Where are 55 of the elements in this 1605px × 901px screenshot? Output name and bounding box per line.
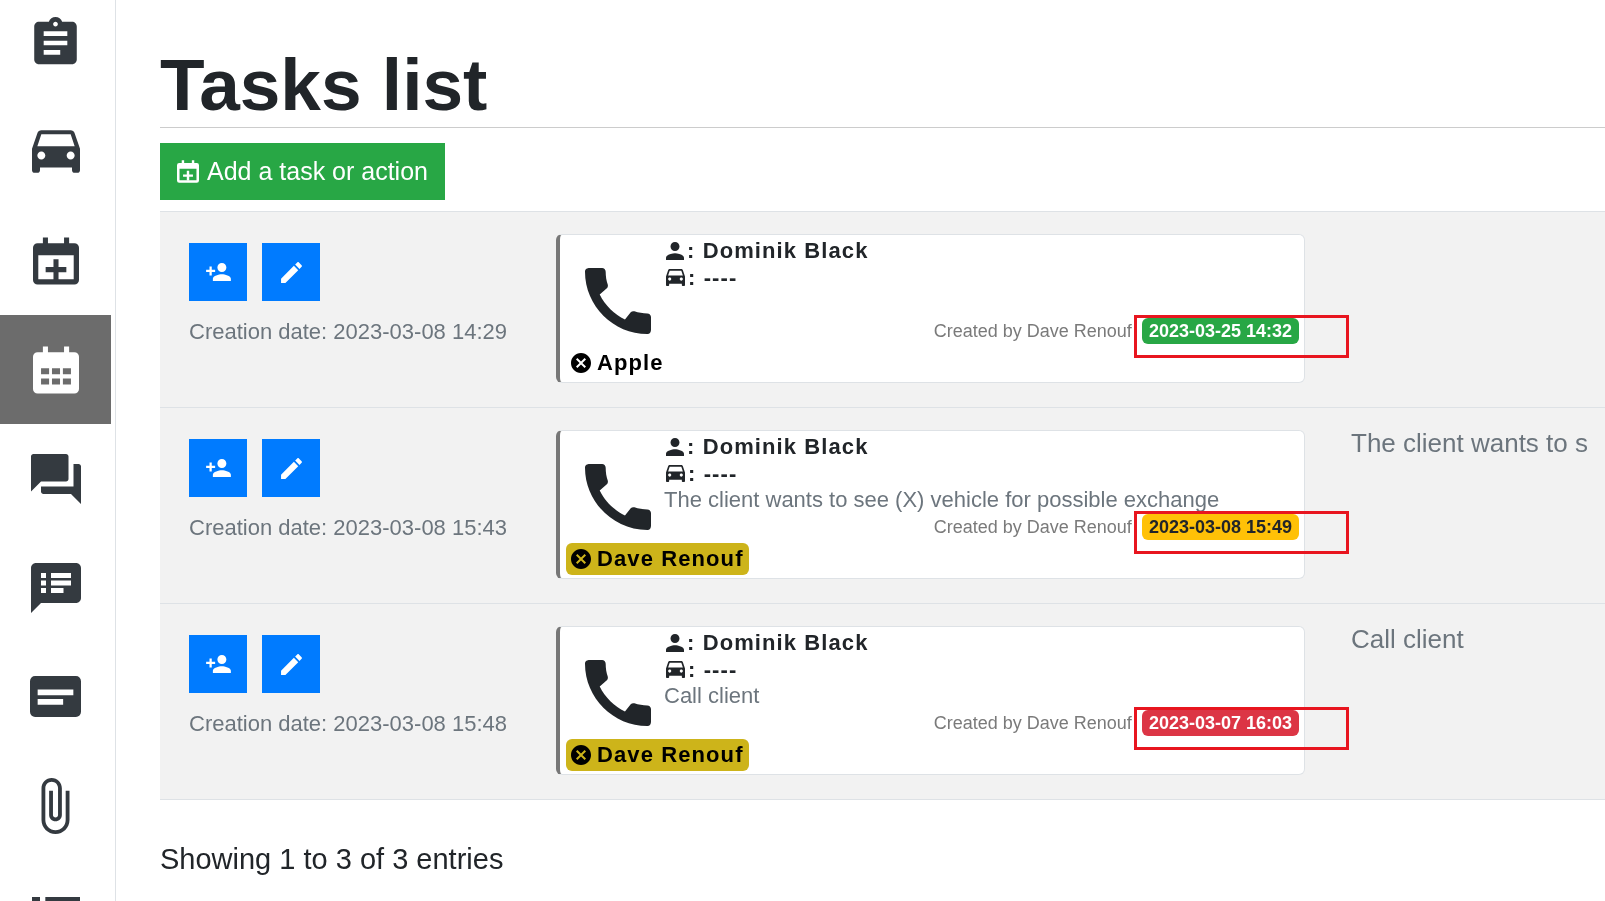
person-icon (666, 437, 684, 456)
add-task-button[interactable]: Add a task or action (160, 143, 445, 200)
person-add-icon (205, 263, 231, 281)
contact-name: : Dominik Black (687, 237, 869, 265)
calendar-icon (32, 345, 79, 394)
person-icon (666, 241, 684, 260)
card-icon (30, 676, 81, 717)
creation-date: Creation date: 2023-03-08 15:43 (189, 515, 507, 541)
contact-name: : Dominik Black (687, 433, 869, 461)
pencil-icon (280, 653, 302, 675)
task-description: Call client (664, 685, 760, 707)
vehicle-value: : ---- (688, 656, 738, 684)
paperclip-icon (41, 777, 70, 834)
edit-button[interactable] (262, 243, 320, 301)
calendar-plus-icon (32, 236, 79, 285)
edit-button[interactable] (262, 635, 320, 693)
car-icon (31, 130, 80, 173)
add-person-button[interactable] (189, 243, 247, 301)
pencil-icon (280, 261, 302, 283)
car-icon (666, 465, 685, 482)
assignee-name: Apple (597, 352, 664, 374)
person-add-icon (205, 655, 231, 673)
vehicle-value: : ---- (688, 460, 738, 488)
phone-icon (585, 660, 651, 726)
vehicle-value: : ---- (688, 264, 738, 292)
car-icon (666, 269, 685, 286)
phone-icon (585, 268, 651, 334)
car-icon (666, 661, 685, 678)
due-date-badge: 2023-03-07 16:03 (1141, 710, 1299, 736)
sidebar-item[interactable] (0, 315, 111, 424)
due-date-badge: 2023-03-08 15:49 (1141, 514, 1299, 540)
edit-button[interactable] (262, 439, 320, 497)
due-date-badge: 2023-03-25 14:32 (1141, 318, 1299, 344)
pencil-icon (280, 457, 302, 479)
created-by-text: Created by Dave Renouf (933, 319, 1132, 343)
creation-date: Creation date: 2023-03-08 15:48 (189, 711, 507, 737)
add-person-button[interactable] (189, 635, 247, 693)
page-title: Tasks list (160, 48, 489, 121)
created-by-text: Created by Dave Renouf (933, 515, 1132, 539)
person-icon (666, 633, 684, 652)
contact-name: : Dominik Black (687, 629, 869, 657)
creation-date: Creation date: 2023-03-08 14:29 (189, 319, 507, 345)
speech-bubble-list-icon (30, 562, 81, 613)
person-add-icon (205, 459, 231, 477)
calendar-plus-icon (177, 160, 199, 183)
task-note: The client wants to s (1351, 430, 1588, 456)
add-person-button[interactable] (189, 439, 247, 497)
entries-info: Showing 1 to 3 of 3 entries (160, 842, 504, 876)
phone-icon (585, 464, 651, 530)
created-by-text: Created by Dave Renouf (933, 711, 1132, 735)
chat-bubbles-icon (30, 453, 81, 504)
task-note: Call client (1351, 626, 1464, 652)
task-description: The client wants to see (X) vehicle for possible exchange (664, 489, 1220, 511)
assignee-name: Dave Renouf (597, 744, 744, 766)
assignee-name: Dave Renouf (597, 548, 744, 570)
